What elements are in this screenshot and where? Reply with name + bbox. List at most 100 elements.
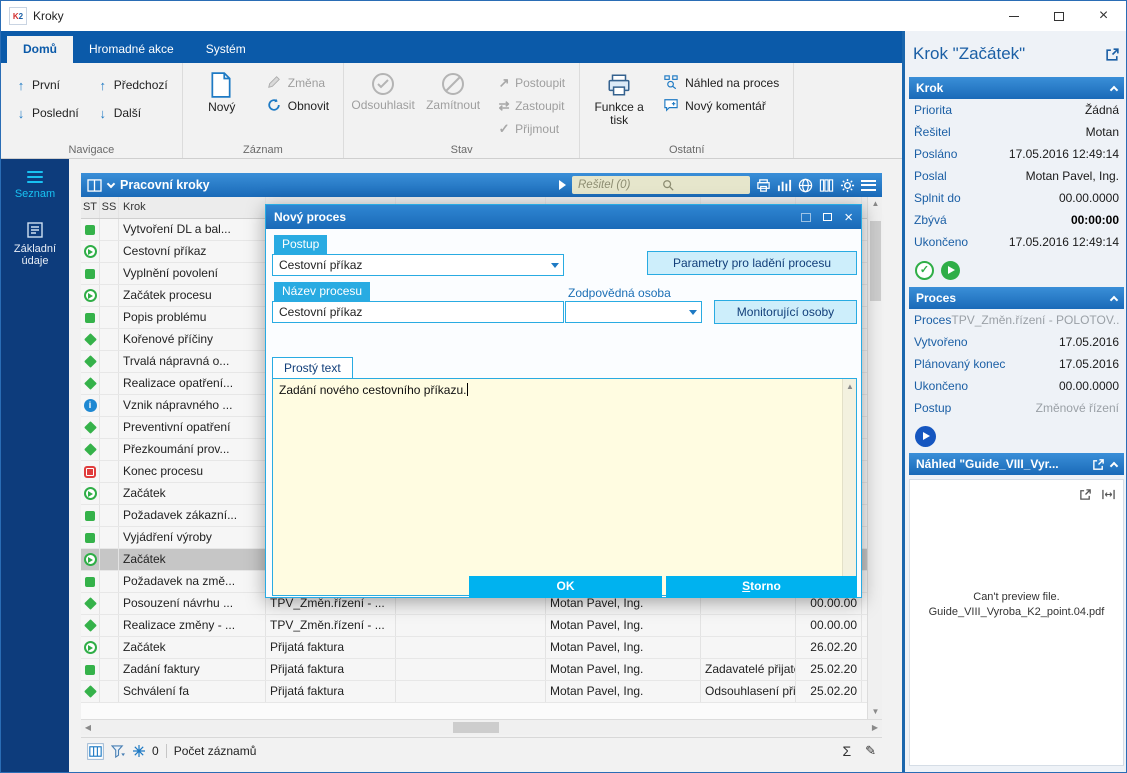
- monitoring-persons-button[interactable]: Monitorující osoby: [714, 300, 857, 324]
- chevron-down-icon[interactable]: [107, 179, 115, 187]
- minimize-button[interactable]: [991, 1, 1036, 31]
- previous-button[interactable]: Předchozí: [91, 73, 174, 97]
- status-icon: [84, 245, 97, 258]
- new-button[interactable]: Nový: [191, 67, 253, 135]
- scroll-thumb[interactable]: [453, 722, 499, 733]
- group-ostatni: Funkce a tisk Náhled na proces Nový kome…: [580, 63, 794, 158]
- panel-field-row: Ukončeno 00.00.0000: [905, 375, 1127, 397]
- column-header-ss[interactable]: SS: [100, 197, 119, 218]
- section-header-krok[interactable]: Krok: [909, 77, 1124, 99]
- postup-combobox[interactable]: Cestovní příkaz: [272, 254, 564, 276]
- section-header-proces[interactable]: Proces: [909, 287, 1124, 309]
- status-icon: [84, 399, 97, 412]
- maximize-button[interactable]: [1036, 1, 1081, 31]
- cell-role: Odsouhlasení přija...: [701, 681, 796, 702]
- status-icon: [84, 289, 97, 302]
- scroll-left-icon[interactable]: [81, 720, 95, 736]
- print-icon[interactable]: [756, 178, 771, 193]
- next-button[interactable]: Další: [91, 101, 174, 125]
- dialog-titlebar[interactable]: Nový proces: [266, 205, 861, 229]
- scroll-right-icon[interactable]: [868, 720, 882, 736]
- cell-krok: Požadavek zákazní...: [119, 505, 266, 526]
- scroll-thumb[interactable]: [870, 221, 881, 301]
- reject-button[interactable]: Zamítnout: [422, 67, 484, 135]
- accept-button[interactable]: ✓Přijmout: [492, 119, 571, 139]
- tab-system[interactable]: Systém: [190, 36, 262, 63]
- chart-icon[interactable]: [777, 178, 792, 193]
- open-in-window-icon[interactable]: [1092, 458, 1105, 471]
- cell-krok: Konec procesu: [119, 461, 266, 482]
- right-panel: Krok "Začátek" Krok Priorita Žádná Řešit…: [902, 31, 1127, 772]
- status-icon: [85, 577, 95, 587]
- column-header-st[interactable]: ST: [81, 197, 100, 218]
- open-external-icon[interactable]: [1079, 488, 1092, 501]
- cell-krok: Vytvoření DL a bal...: [119, 219, 266, 240]
- table-view-icon[interactable]: [87, 743, 104, 760]
- panel-title: Krok "Začátek": [913, 44, 1105, 64]
- cell-proces: Přijatá faktura: [266, 637, 396, 658]
- status-icon: [84, 641, 97, 654]
- substitute-button[interactable]: ⇄Zastoupit: [492, 96, 571, 116]
- textarea-scrollbar[interactable]: [842, 379, 856, 595]
- refresh-button[interactable]: Obnovit: [261, 96, 335, 116]
- group-navigace: První Poslední Předchozí Další Navigace: [1, 63, 183, 158]
- sidebar-item-seznam[interactable]: Seznam: [1, 159, 69, 210]
- horizontal-scrollbar[interactable]: [81, 719, 882, 735]
- table-row[interactable]: Realizace změny - ... TPV_Změn.řízení - …: [81, 615, 867, 637]
- run-icon[interactable]: [559, 180, 566, 190]
- approve-button[interactable]: Odsouhlasit: [352, 67, 414, 135]
- record-count-label: Počet záznamů: [174, 744, 257, 758]
- process-name-input[interactable]: Cestovní příkaz: [272, 301, 564, 323]
- filter-icon[interactable]: [111, 745, 126, 758]
- snowflake-icon[interactable]: [133, 745, 145, 757]
- dialog-maximize-icon[interactable]: [823, 213, 832, 221]
- columns-icon[interactable]: [819, 178, 834, 193]
- last-button[interactable]: Poslední: [9, 101, 85, 125]
- section-header-nahled[interactable]: Náhled "Guide_VIII_Vyr...: [909, 453, 1124, 475]
- status-icon: [84, 377, 97, 390]
- responsible-person-combobox[interactable]: [565, 301, 702, 323]
- view-icon[interactable]: [87, 179, 102, 192]
- change-button[interactable]: Změna: [261, 73, 335, 93]
- sidebar-item-zakladni-udaje[interactable]: Základní údaje: [1, 210, 69, 277]
- first-button[interactable]: První: [9, 73, 85, 97]
- process-running-icon[interactable]: [915, 426, 936, 447]
- storno-button[interactable]: Storno: [666, 576, 857, 598]
- running-status-icon[interactable]: [941, 261, 960, 280]
- gear-icon[interactable]: [840, 178, 855, 193]
- scroll-up-icon[interactable]: [868, 197, 883, 211]
- status-icon: [84, 443, 97, 456]
- table-row[interactable]: Zadání faktury Přijatá faktura Motan Pav…: [81, 659, 867, 681]
- open-in-window-icon[interactable]: [1105, 47, 1120, 62]
- ok-button[interactable]: OK: [469, 576, 662, 598]
- print-functions-button[interactable]: Funkce a tisk: [588, 67, 650, 135]
- process-preview-button[interactable]: Náhled na proces: [658, 73, 785, 93]
- column-header-krok[interactable]: Krok: [119, 197, 266, 218]
- approved-status-icon[interactable]: [915, 261, 934, 280]
- process-description-textarea[interactable]: Zadání nového cestovního příkazu.: [272, 378, 857, 596]
- dialog-close-icon[interactable]: [844, 210, 853, 225]
- globe-icon[interactable]: [798, 178, 813, 193]
- resitel-filter-input[interactable]: Řešitel (0): [572, 176, 750, 194]
- dock-icon[interactable]: [801, 213, 811, 222]
- new-comment-button[interactable]: Nový komentář: [658, 96, 785, 116]
- cell-krok: Realizace změny - ...: [119, 615, 266, 636]
- panel-field-row: Zbývá 00:00:00: [905, 209, 1127, 231]
- vertical-scrollbar[interactable]: [867, 197, 882, 719]
- tab-domu[interactable]: Domů: [7, 36, 73, 63]
- tab-hromadne-akce[interactable]: Hromadné akce: [73, 36, 190, 63]
- sum-icon[interactable]: [842, 743, 851, 759]
- scroll-up-icon[interactable]: [843, 380, 857, 394]
- process-name-label: Název procesu: [274, 282, 370, 301]
- plain-text-tab[interactable]: Prostý text: [272, 357, 353, 379]
- close-button[interactable]: [1081, 1, 1126, 31]
- menu-icon[interactable]: [861, 180, 876, 191]
- edit-icon[interactable]: [865, 743, 876, 759]
- table-row[interactable]: Schválení fa Přijatá faktura Motan Pavel…: [81, 681, 867, 703]
- scroll-down-icon[interactable]: [868, 705, 883, 719]
- table-row[interactable]: Začátek Přijatá faktura Motan Pavel, Ing…: [81, 637, 867, 659]
- debug-parameters-button[interactable]: Parametry pro ladění procesu: [647, 251, 857, 275]
- fit-width-icon[interactable]: [1102, 488, 1115, 501]
- group-label-ostatni: Ostatní: [580, 144, 793, 156]
- forward-button[interactable]: ↗Postoupit: [492, 73, 571, 93]
